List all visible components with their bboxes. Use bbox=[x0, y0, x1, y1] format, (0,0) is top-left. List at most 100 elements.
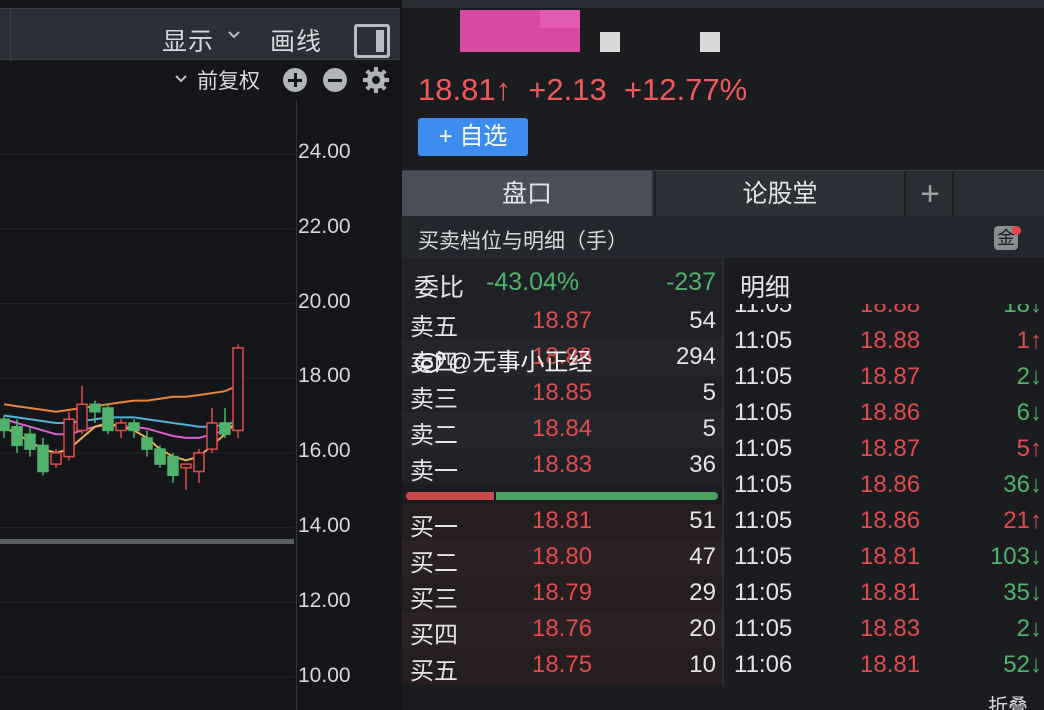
tick-price: 18.81 bbox=[860, 543, 921, 570]
display-menu-button[interactable]: 显示 bbox=[162, 22, 214, 58]
tick-row: 11:05 18.88 18↓ bbox=[724, 304, 1044, 324]
candle-body bbox=[141, 437, 153, 450]
tick-row: 11:06 18.81 52↓ bbox=[724, 648, 1044, 684]
candle bbox=[193, 449, 205, 483]
tick-row: 11:05 18.87 5↑ bbox=[724, 432, 1044, 468]
order-ratio-row: 委比 -43.04% -237 bbox=[402, 258, 722, 304]
candle-body bbox=[63, 418, 75, 458]
candle-body bbox=[128, 422, 140, 432]
level-price: 18.79 bbox=[532, 579, 593, 606]
tick-time: 11:05 bbox=[734, 615, 793, 642]
tick-time: 11:05 bbox=[734, 435, 793, 462]
add-tab-button[interactable]: + bbox=[908, 171, 954, 217]
price-axis-label: 16.00 bbox=[298, 439, 351, 463]
level-price: 18.85 bbox=[532, 379, 593, 406]
level-volume: 29 bbox=[689, 579, 716, 606]
tick-time: 11:06 bbox=[734, 651, 793, 678]
price-axis-label: 10.00 bbox=[298, 663, 351, 687]
bid-row[interactable]: 买一 18.81 51 bbox=[402, 504, 722, 541]
toolbar-divider bbox=[10, 9, 11, 61]
candle-body bbox=[206, 422, 218, 450]
bid-row[interactable]: 买二 18.80 47 bbox=[402, 540, 722, 577]
tick-time: 11:05 bbox=[734, 543, 793, 570]
ticks-list[interactable]: 11:05 18.88 18↓ 11:05 18.88 1↑ 11:05 18.87 2↓ 11:… bbox=[724, 304, 1044, 698]
bid-row[interactable]: 买五 18.75 10 bbox=[402, 648, 722, 685]
draw-line-button[interactable]: 画线 bbox=[270, 22, 322, 58]
level-volume: 10 bbox=[689, 651, 716, 678]
level-label: 买五 bbox=[410, 658, 458, 685]
zoom-in-icon[interactable] bbox=[283, 68, 307, 92]
price-axis-label: 20.00 bbox=[298, 289, 351, 313]
bid-row[interactable]: 买三 18.79 29 bbox=[402, 576, 722, 613]
header-strip bbox=[402, 0, 1044, 8]
candle bbox=[128, 419, 140, 438]
ticks-title: 明细 bbox=[740, 274, 791, 302]
tick-volume: 21↑ bbox=[1003, 507, 1042, 534]
tick-volume: 6↓ bbox=[1016, 399, 1042, 426]
zoom-out-icon[interactable] bbox=[323, 68, 347, 92]
candle-body bbox=[115, 422, 127, 432]
ask-row[interactable]: 卖三 18.85 5 bbox=[402, 376, 722, 413]
layout-toggle-icon[interactable] bbox=[354, 24, 390, 58]
candle-body bbox=[102, 407, 114, 432]
tick-volume: 1↑ bbox=[1016, 327, 1042, 354]
level-volume: 47 bbox=[689, 543, 716, 570]
bid-row[interactable]: 买四 18.76 20 bbox=[402, 612, 722, 649]
tick-volume: 5↑ bbox=[1016, 435, 1042, 462]
tab-order-book[interactable]: 盘口 bbox=[402, 171, 652, 217]
candle-body bbox=[154, 448, 166, 465]
collapse-button[interactable]: 折叠 bbox=[988, 690, 1028, 710]
candle-body bbox=[37, 444, 49, 473]
tick-time: 11:05 bbox=[734, 327, 793, 354]
candle bbox=[154, 445, 166, 468]
tick-time: 11:05 bbox=[734, 304, 793, 318]
tick-volume: 2↓ bbox=[1016, 363, 1042, 390]
chevron-down-icon[interactable] bbox=[228, 29, 240, 41]
price-axis-label: 24.00 bbox=[298, 140, 351, 163]
kline-chart[interactable] bbox=[0, 100, 296, 710]
level-price: 18.84 bbox=[532, 415, 593, 442]
tick-volume: 18↓ bbox=[1003, 304, 1042, 318]
tick-row: 11:05 18.86 6↓ bbox=[724, 396, 1044, 432]
candle bbox=[219, 408, 231, 438]
candle-body bbox=[89, 403, 101, 413]
candle bbox=[76, 385, 88, 435]
candle-body bbox=[24, 433, 36, 450]
price-axis-label: 22.00 bbox=[298, 214, 351, 238]
level-price: 18.75 bbox=[532, 651, 593, 678]
candle-body bbox=[167, 455, 179, 477]
volume-divider bbox=[0, 539, 294, 544]
add-watchlist-button[interactable]: + 自选 bbox=[418, 118, 528, 156]
tick-volume: 2↓ bbox=[1016, 615, 1042, 642]
buy-ratio-fill bbox=[406, 492, 495, 500]
level-label: 卖一 bbox=[410, 458, 458, 485]
gear-icon[interactable] bbox=[362, 66, 390, 94]
price-axis-divider bbox=[296, 100, 297, 710]
candle bbox=[232, 344, 244, 438]
tick-price: 18.86 bbox=[860, 399, 921, 426]
ask-row[interactable]: 卖五 18.87 54 bbox=[402, 304, 722, 341]
tick-price: 18.81 bbox=[860, 579, 921, 606]
tick-row: 11:05 18.83 2↓ bbox=[724, 612, 1044, 648]
ask-row[interactable]: 卖一 18.83 36 bbox=[402, 448, 722, 485]
level-price: 18.76 bbox=[532, 615, 593, 642]
candle bbox=[63, 411, 75, 461]
level-label: 买二 bbox=[410, 550, 458, 577]
tab-forum[interactable]: 论股堂 bbox=[654, 171, 906, 217]
chart-toolbar: 显示 画线 bbox=[0, 8, 400, 61]
level-label: 卖二 bbox=[410, 422, 458, 449]
price-axis-label: 18.00 bbox=[298, 364, 351, 388]
price-adjust-select[interactable]: 前复权 bbox=[197, 65, 260, 95]
panel-tabs: 盘口 论股堂 + bbox=[402, 170, 1044, 217]
sell-ratio-fill bbox=[496, 492, 718, 500]
tick-price: 18.86 bbox=[860, 507, 921, 534]
level-volume: 54 bbox=[689, 307, 716, 334]
level-label: 卖三 bbox=[410, 386, 458, 413]
tick-row: 11:05 18.86 21↑ bbox=[724, 504, 1044, 540]
tick-row: 11:05 18.81 103↓ bbox=[724, 540, 1044, 576]
chevron-down-icon[interactable] bbox=[174, 73, 188, 85]
ask-row[interactable]: 卖二 18.84 5 bbox=[402, 412, 722, 449]
candle bbox=[180, 463, 192, 491]
tick-row: 11:05 18.88 1↑ bbox=[724, 324, 1044, 360]
level-price: 18.87 bbox=[532, 307, 593, 334]
